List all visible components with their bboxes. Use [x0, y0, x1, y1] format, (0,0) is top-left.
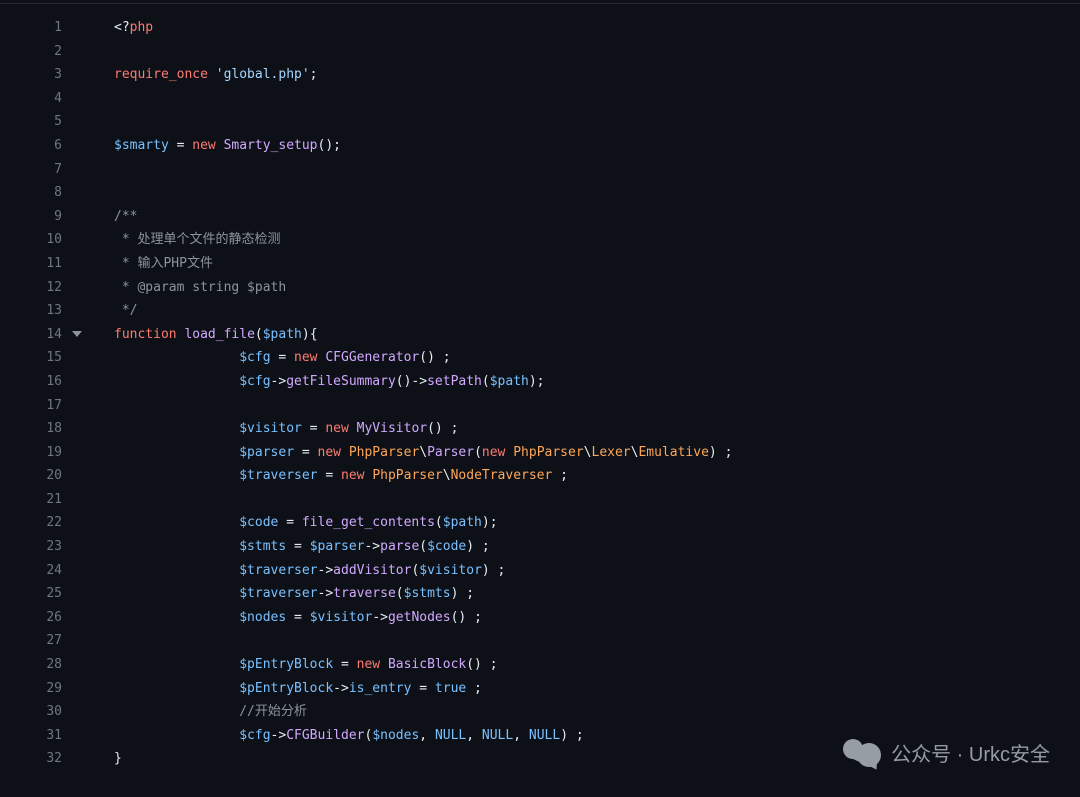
line-number: 9: [0, 205, 84, 229]
code-editor: 1234567891011121314151617181920212223242…: [0, 4, 1080, 771]
line-number: 27: [0, 629, 84, 653]
code-line[interactable]: $visitor = new MyVisitor() ;: [114, 417, 1080, 441]
line-number: 17: [0, 394, 84, 418]
code-line[interactable]: require_once 'global.php';: [114, 63, 1080, 87]
line-number: 4: [0, 87, 84, 111]
line-number: 13: [0, 299, 84, 323]
code-line[interactable]: [114, 40, 1080, 64]
line-number: 12: [0, 276, 84, 300]
wechat-icon: [843, 739, 881, 767]
line-number: 6: [0, 134, 84, 158]
line-number: 16: [0, 370, 84, 394]
line-number: 21: [0, 488, 84, 512]
code-line[interactable]: function load_file($path){: [114, 323, 1080, 347]
code-line[interactable]: [114, 394, 1080, 418]
code-line[interactable]: * 处理单个文件的静态检测: [114, 228, 1080, 252]
code-line[interactable]: $code = file_get_contents($path);: [114, 511, 1080, 535]
line-number: 29: [0, 677, 84, 701]
code-line[interactable]: $traverser->traverse($stmts) ;: [114, 582, 1080, 606]
code-line[interactable]: $cfg = new CFGGenerator() ;: [114, 346, 1080, 370]
code-line[interactable]: $stmts = $parser->parse($code) ;: [114, 535, 1080, 559]
code-line[interactable]: [114, 629, 1080, 653]
line-number: 2: [0, 40, 84, 64]
line-number: 24: [0, 559, 84, 583]
code-line[interactable]: $smarty = new Smarty_setup();: [114, 134, 1080, 158]
line-number: 14: [0, 323, 84, 347]
code-line[interactable]: [114, 181, 1080, 205]
code-line[interactable]: */: [114, 299, 1080, 323]
code-line[interactable]: * 输入PHP文件: [114, 252, 1080, 276]
line-number: 22: [0, 511, 84, 535]
line-number: 1: [0, 16, 84, 40]
code-line[interactable]: [114, 110, 1080, 134]
line-number: 25: [0, 582, 84, 606]
code-content[interactable]: <?php require_once 'global.php'; $smarty =…: [84, 16, 1080, 771]
code-line[interactable]: $traverser->addVisitor($visitor) ;: [114, 559, 1080, 583]
code-line[interactable]: $parser = new PhpParser\Parser(new PhpPa…: [114, 441, 1080, 465]
line-number: 10: [0, 228, 84, 252]
code-line[interactable]: /**: [114, 205, 1080, 229]
line-number: 20: [0, 464, 84, 488]
code-line[interactable]: $cfg->getFileSummary()->setPath($path);: [114, 370, 1080, 394]
code-line[interactable]: $pEntryBlock->is_entry = true ;: [114, 677, 1080, 701]
code-line[interactable]: $pEntryBlock = new BasicBlock() ;: [114, 653, 1080, 677]
line-number: 11: [0, 252, 84, 276]
line-number: 8: [0, 181, 84, 205]
line-number: 26: [0, 606, 84, 630]
line-number: 30: [0, 700, 84, 724]
line-number-gutter: 1234567891011121314151617181920212223242…: [0, 16, 84, 771]
code-line[interactable]: * @param string $path: [114, 276, 1080, 300]
code-line[interactable]: $traverser = new PhpParser\NodeTraverser…: [114, 464, 1080, 488]
line-number: 19: [0, 441, 84, 465]
line-number: 18: [0, 417, 84, 441]
code-line[interactable]: $nodes = $visitor->getNodes() ;: [114, 606, 1080, 630]
code-line[interactable]: [114, 158, 1080, 182]
code-line[interactable]: <?php: [114, 16, 1080, 40]
line-number: 28: [0, 653, 84, 677]
line-number: 32: [0, 747, 84, 771]
line-number: 15: [0, 346, 84, 370]
line-number: 23: [0, 535, 84, 559]
code-line[interactable]: [114, 87, 1080, 111]
code-line[interactable]: [114, 488, 1080, 512]
watermark-text: 公众号 · Urkc安全: [891, 738, 1050, 767]
line-number: 7: [0, 158, 84, 182]
line-number: 5: [0, 110, 84, 134]
line-number: 3: [0, 63, 84, 87]
code-line[interactable]: //开始分析: [114, 700, 1080, 724]
line-number: 31: [0, 724, 84, 748]
watermark: 公众号 · Urkc安全: [843, 738, 1050, 767]
